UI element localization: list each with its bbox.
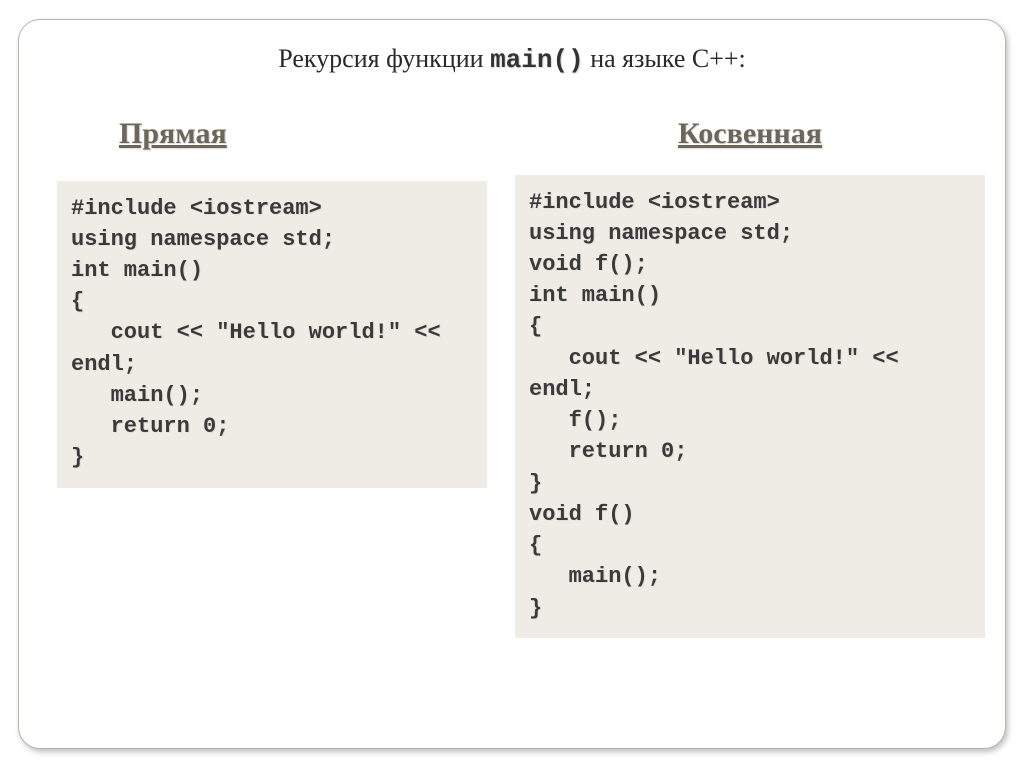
title-text-after: на языке С++:: [584, 44, 746, 73]
slide-frame: Рекурсия функции main() на языке С++: Пр…: [18, 19, 1006, 749]
slide-title: Рекурсия функции main() на языке С++:: [47, 44, 977, 75]
column-left: Прямая #include <iostream> using namespa…: [57, 117, 487, 488]
columns-wrapper: Прямая #include <iostream> using namespa…: [47, 117, 977, 638]
column-right: Косвенная #include <iostream> using name…: [515, 117, 985, 638]
title-mono-text: main(): [490, 45, 584, 75]
title-text-before: Рекурсия функции: [278, 44, 490, 73]
left-code-block: #include <iostream> using namespace std;…: [57, 181, 487, 488]
left-heading: Прямая: [57, 117, 487, 151]
right-heading: Косвенная: [515, 117, 985, 151]
right-code-block: #include <iostream> using namespace std;…: [515, 175, 985, 638]
